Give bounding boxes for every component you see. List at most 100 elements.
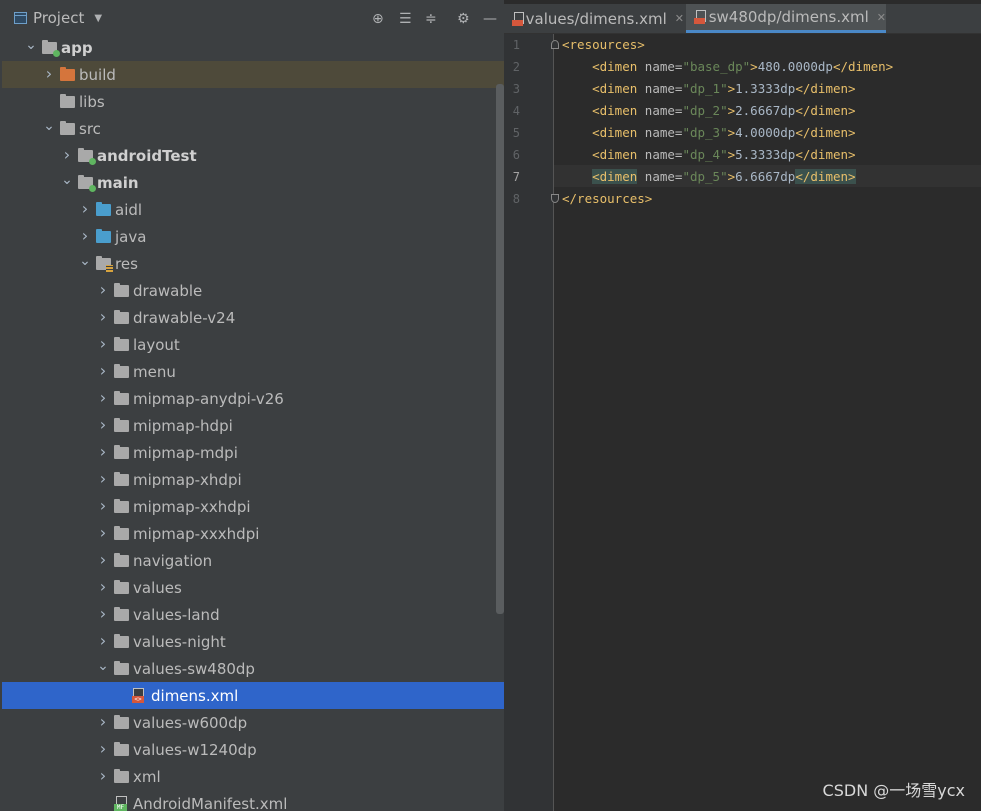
- tree-item-label: xml: [133, 767, 161, 786]
- tree-item[interactable]: › layout: [2, 331, 504, 358]
- chevron-down-icon[interactable]: ⌄: [78, 253, 92, 269]
- chevron-right-icon[interactable]: ›: [96, 334, 110, 353]
- code-line[interactable]: <dimen name="dp_1">1.3333dp</dimen>: [562, 78, 855, 100]
- tree-item[interactable]: ⌄ values-sw480dp: [2, 655, 504, 682]
- tree-item[interactable]: › menu: [2, 358, 504, 385]
- chevron-down-icon[interactable]: ⌄: [96, 658, 110, 674]
- chevron-right-icon[interactable]: ›: [96, 388, 110, 407]
- code-line[interactable]: </resources>: [562, 188, 652, 210]
- code-line[interactable]: <dimen name="dp_3">4.0000dp</dimen>: [562, 122, 855, 144]
- gear-icon[interactable]: ⚙: [457, 11, 470, 27]
- code-token: <dimen: [592, 103, 645, 118]
- code-line[interactable]: <dimen name="dp_5">6.6667dp</dimen>: [562, 166, 856, 188]
- tree-item[interactable]: › mipmap-anydpi-v26: [2, 385, 504, 412]
- tree-item[interactable]: libs: [2, 88, 504, 115]
- code-token: <resources>: [562, 37, 645, 52]
- tree-item[interactable]: › values-night: [2, 628, 504, 655]
- minimize-icon[interactable]: —: [483, 11, 497, 27]
- chevron-right-icon[interactable]: ›: [96, 631, 110, 650]
- tree-item[interactable]: ⌄ main: [2, 169, 504, 196]
- tree-item[interactable]: ⌄ res: [2, 250, 504, 277]
- tree-scrollbar[interactable]: [496, 84, 504, 614]
- folder-icon: [96, 201, 111, 216]
- tab-sw480dp-dimens[interactable]: sw480dp/dimens.xml ✕: [686, 4, 886, 33]
- close-icon[interactable]: ✕: [877, 11, 886, 24]
- code-line[interactable]: <dimen name="base_dp">480.0000dp</dimen>: [562, 56, 893, 78]
- chevron-down-icon[interactable]: ⌄: [60, 172, 74, 188]
- chevron-right-icon[interactable]: ›: [96, 469, 110, 488]
- chevron-right-icon[interactable]: ›: [96, 550, 110, 569]
- tree-item[interactable]: › mipmap-hdpi: [2, 412, 504, 439]
- chevron-down-icon[interactable]: ⌄: [24, 37, 38, 53]
- tree-item[interactable]: › mipmap-mdpi: [2, 439, 504, 466]
- code-token: >: [750, 59, 758, 74]
- tree-item[interactable]: › values-w1240dp: [2, 736, 504, 763]
- tree-item[interactable]: › values-land: [2, 601, 504, 628]
- fold-marker-icon[interactable]: [551, 194, 559, 203]
- folder-icon: [114, 336, 129, 351]
- folder-icon: [114, 390, 129, 405]
- chevron-right-icon[interactable]: ›: [96, 442, 110, 461]
- tree-item[interactable]: › androidTest: [2, 142, 504, 169]
- tree-item[interactable]: › mipmap-xhdpi: [2, 466, 504, 493]
- tree-item[interactable]: MF AndroidManifest.xml: [2, 790, 504, 811]
- tree-item[interactable]: › build: [2, 61, 504, 88]
- tree-item[interactable]: › mipmap-xxhdpi: [2, 493, 504, 520]
- tree-item[interactable]: › mipmap-xxxhdpi: [2, 520, 504, 547]
- project-view-selector[interactable]: Project ▼: [14, 9, 102, 27]
- line-number: 8: [512, 192, 520, 206]
- folder-icon: [114, 579, 129, 594]
- chevron-down-icon[interactable]: ⌄: [42, 118, 56, 134]
- code-token: <dimen: [592, 81, 645, 96]
- code-token: name=: [644, 147, 683, 162]
- chevron-right-icon[interactable]: ›: [96, 712, 110, 731]
- chevron-right-icon[interactable]: ›: [78, 226, 92, 245]
- tree-item[interactable]: › values-w600dp: [2, 709, 504, 736]
- tree-item[interactable]: › xml: [2, 763, 504, 790]
- chevron-right-icon[interactable]: ›: [96, 307, 110, 326]
- chevron-right-icon[interactable]: ›: [96, 280, 110, 299]
- tree-item-label: build: [79, 65, 116, 84]
- folder-icon: [114, 444, 129, 459]
- chevron-right-icon[interactable]: ›: [96, 523, 110, 542]
- project-window-icon: [14, 12, 27, 24]
- tree-item[interactable]: › drawable: [2, 277, 504, 304]
- code-line[interactable]: <dimen name="dp_4">5.3333dp</dimen>: [562, 144, 856, 166]
- tree-item[interactable]: › aidl: [2, 196, 504, 223]
- collapse-all-icon[interactable]: ≑: [425, 11, 437, 27]
- tree-item[interactable]: › java: [2, 223, 504, 250]
- chevron-right-icon[interactable]: ›: [96, 766, 110, 785]
- chevron-right-icon[interactable]: ›: [96, 739, 110, 758]
- tree-item[interactable]: <> dimens.xml: [2, 682, 504, 709]
- expand-all-icon[interactable]: ☰: [399, 11, 412, 27]
- tree-item-label: res: [115, 254, 138, 273]
- close-icon[interactable]: ✕: [675, 12, 684, 25]
- tree-item-label: AndroidManifest.xml: [133, 794, 288, 811]
- code-token: <dimen: [592, 169, 638, 184]
- tree-item[interactable]: › navigation: [2, 547, 504, 574]
- fold-marker-icon[interactable]: [551, 40, 559, 49]
- code-token: 6.6667dp: [735, 169, 796, 184]
- chevron-right-icon[interactable]: ›: [60, 145, 74, 164]
- chevron-right-icon[interactable]: ›: [96, 361, 110, 380]
- tree-item-label: java: [115, 227, 147, 246]
- chevron-right-icon[interactable]: ›: [42, 64, 56, 83]
- locate-icon[interactable]: ⊕: [372, 11, 384, 27]
- tree-item[interactable]: › values: [2, 574, 504, 601]
- code-token: "base_dp": [682, 59, 751, 74]
- tab-values-dimens[interactable]: values/dimens.xml ✕: [504, 4, 684, 33]
- tree-item[interactable]: › drawable-v24: [2, 304, 504, 331]
- code-token: </dimen>: [795, 147, 856, 162]
- tree-item[interactable]: ⌄ app: [2, 34, 504, 61]
- chevron-right-icon[interactable]: ›: [96, 496, 110, 515]
- code-line[interactable]: <resources>: [562, 34, 645, 56]
- code-line[interactable]: <dimen name="dp_2">2.6667dp</dimen>: [562, 100, 855, 122]
- chevron-right-icon[interactable]: ›: [96, 415, 110, 434]
- chevron-right-icon[interactable]: ›: [96, 577, 110, 596]
- xml-file-icon: <>: [132, 688, 147, 703]
- tree-item[interactable]: ⌄ src: [2, 115, 504, 142]
- chevron-right-icon[interactable]: ›: [96, 604, 110, 623]
- folder-icon: [114, 498, 129, 513]
- chevron-right-icon[interactable]: ›: [78, 199, 92, 218]
